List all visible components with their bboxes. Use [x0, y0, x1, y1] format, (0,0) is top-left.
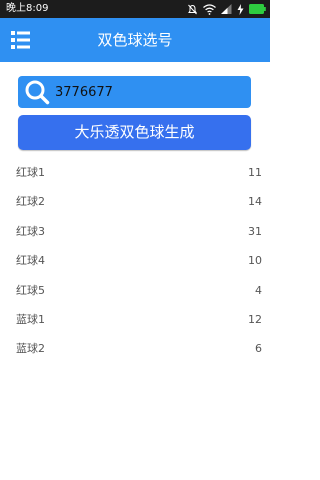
ball-label: 蓝球2: [16, 342, 45, 356]
ball-label: 蓝球1: [16, 312, 45, 326]
charging-icon: [237, 3, 244, 15]
generate-button[interactable]: 大乐透双色球生成: [18, 115, 251, 150]
search-input[interactable]: [55, 80, 243, 104]
ball-label: 红球4: [16, 254, 45, 268]
status-bar: 晚上8:09: [0, 0, 270, 18]
menu-button[interactable]: [9, 29, 33, 51]
list-item: 蓝球1 12: [0, 305, 270, 334]
ball-label: 红球3: [16, 224, 45, 238]
ball-label: 红球5: [16, 283, 45, 297]
alarm-off-icon: [187, 4, 198, 15]
list-item: 红球2 14: [0, 187, 270, 216]
list-item: 红球3 31: [0, 217, 270, 246]
status-time: 晚上8:09: [6, 3, 49, 14]
result-list: 红球1 11 红球2 14 红球3 31 红球4 10 红球5 4 蓝球1 12…: [0, 158, 270, 364]
ball-number: 11: [248, 166, 262, 179]
ball-label: 红球2: [16, 195, 45, 209]
list-item: 红球5 4: [0, 276, 270, 305]
ball-number: 4: [255, 283, 262, 297]
list-item: 红球1 11: [0, 158, 270, 187]
battery-icon: [249, 4, 266, 14]
signal-icon: [221, 4, 232, 14]
ball-number: 12: [248, 312, 262, 326]
wifi-icon: [203, 3, 216, 15]
menu-list-icon: [9, 31, 33, 55]
ball-number: 14: [248, 195, 262, 209]
ball-label: 红球1: [16, 166, 45, 179]
list-item: 蓝球2 6: [0, 334, 270, 363]
page-title: 双色球选号: [97, 31, 173, 49]
list-item: 红球4 10: [0, 246, 270, 275]
ball-number: 6: [255, 342, 262, 356]
app-bar: 双色球选号: [0, 18, 270, 62]
search-box[interactable]: [18, 76, 251, 108]
status-icons: [182, 3, 266, 15]
search-icon[interactable]: [24, 79, 50, 105]
ball-number: 31: [248, 224, 262, 238]
ball-number: 10: [248, 254, 262, 268]
